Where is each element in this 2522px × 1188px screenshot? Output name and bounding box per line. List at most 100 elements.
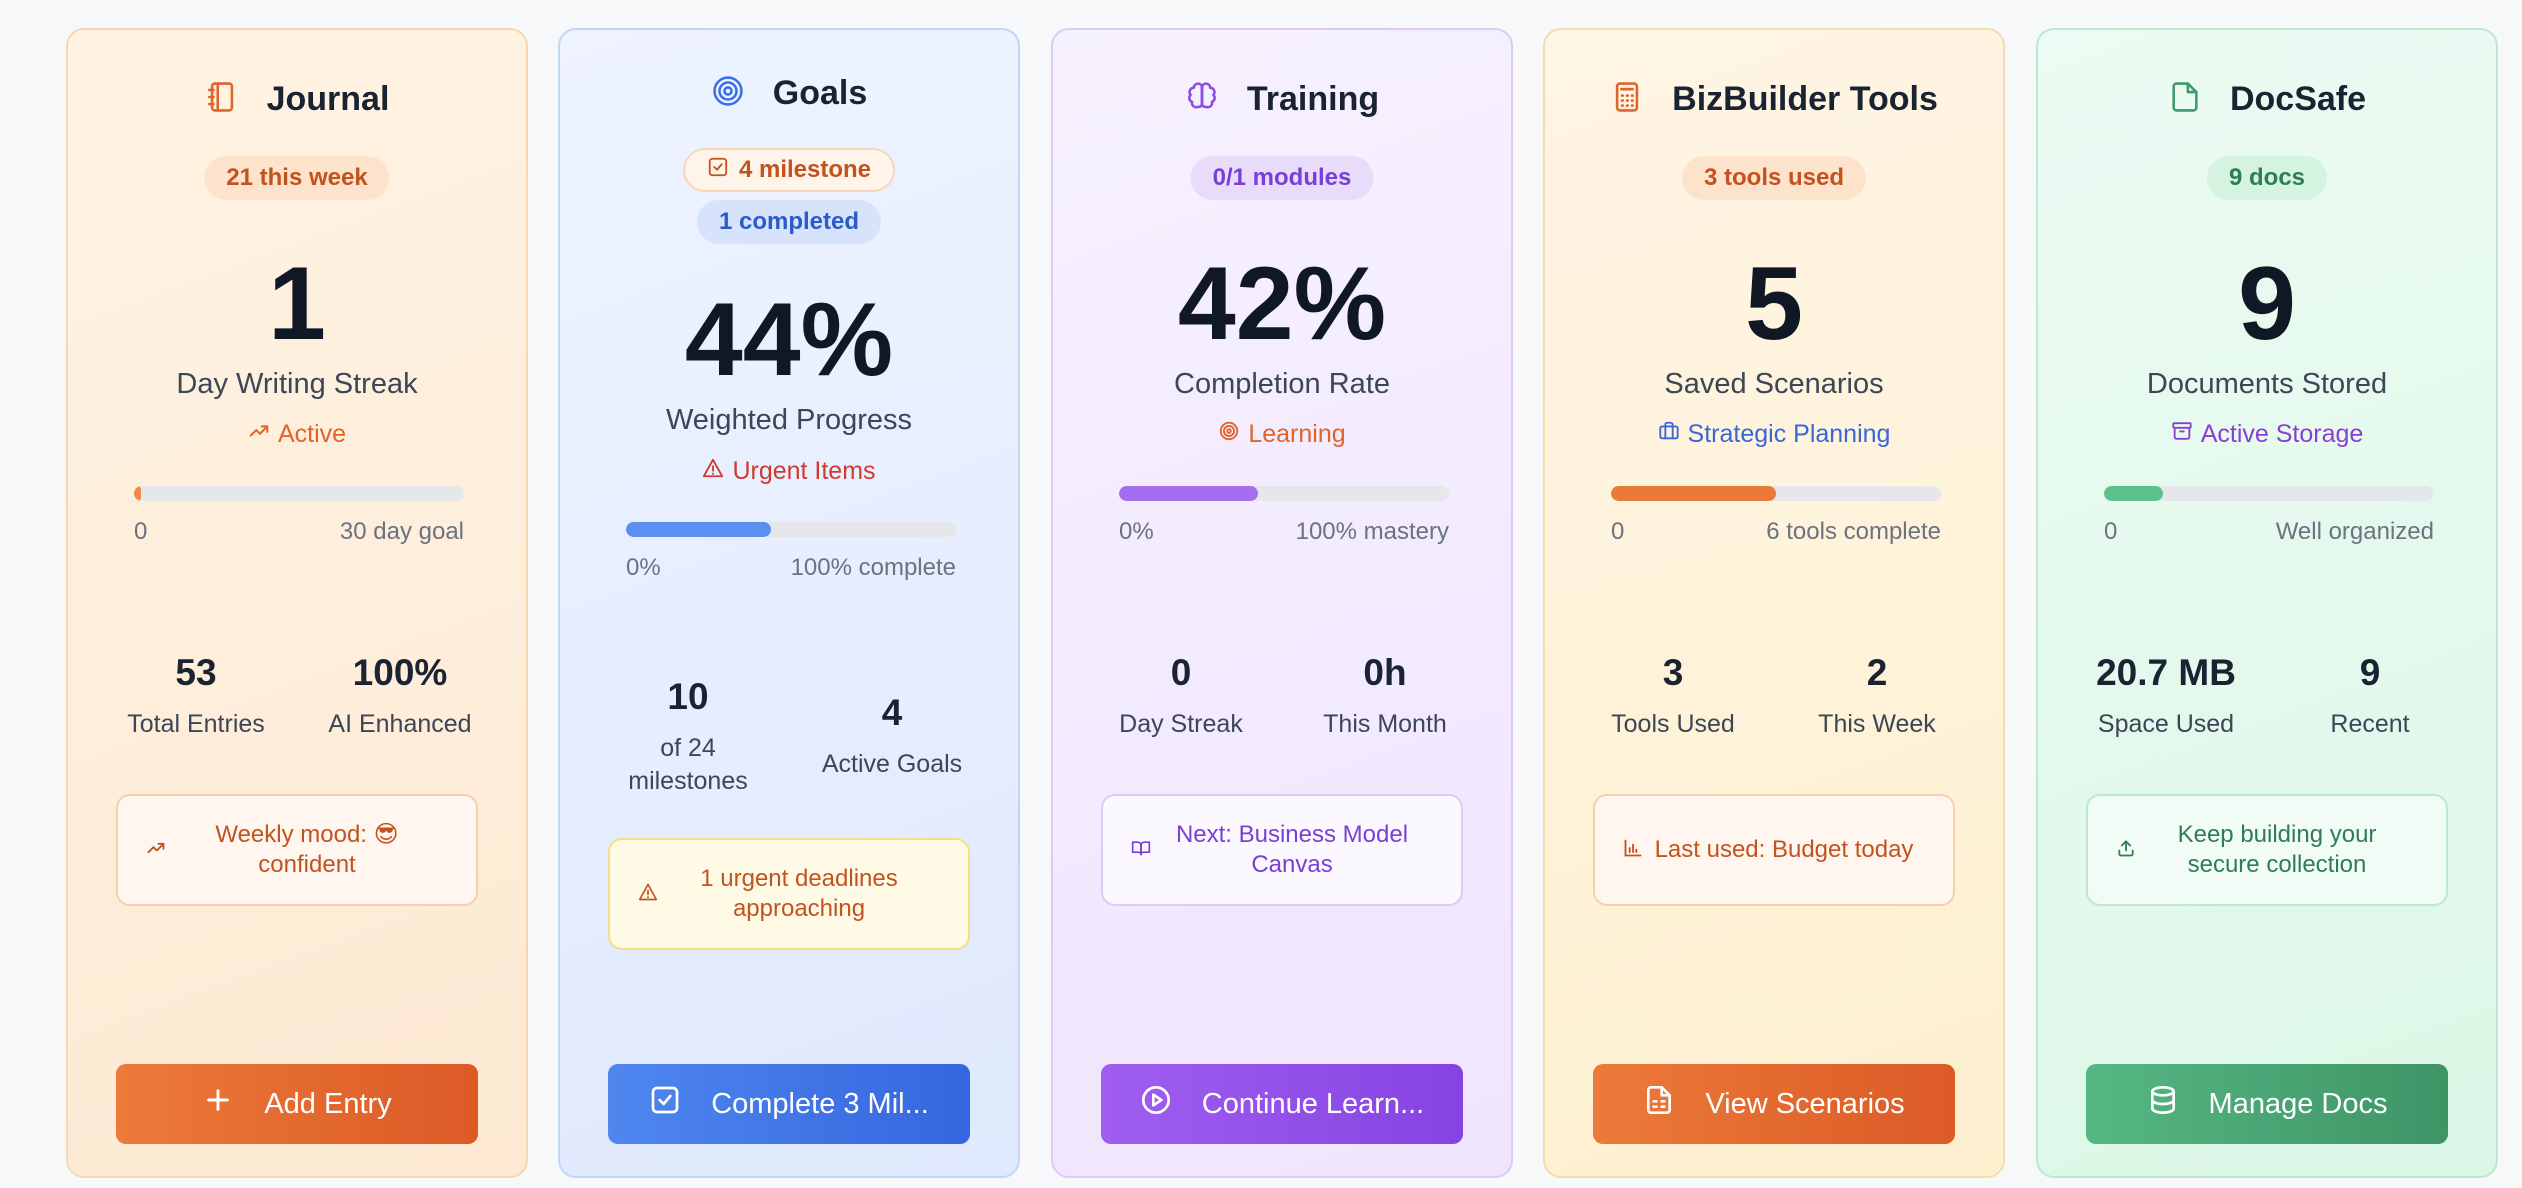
goals-urgent-text: 1 urgent deadlines approaching	[700, 865, 898, 922]
stat-label: AI Enhanced	[328, 710, 472, 738]
training-progress-labels: 0% 100% mastery	[1119, 518, 1449, 546]
stat-value: 100%	[352, 652, 448, 693]
goals-progress-fill	[626, 522, 772, 537]
journal-status-text: Active	[277, 420, 347, 448]
upload-icon	[2116, 838, 2136, 863]
target-icon	[1218, 420, 1240, 449]
view-scenarios-button[interactable]: View Scenarios	[1593, 1064, 1955, 1144]
stat-value: 0h	[1363, 652, 1407, 693]
play-circle-icon	[1140, 1084, 1172, 1124]
stat-label: This Week	[1818, 710, 1936, 738]
goals-completed-badge: 1 completed	[696, 200, 882, 244]
journal-progress-min: 0	[134, 518, 148, 545]
training-progress-bar	[1119, 486, 1449, 501]
database-icon	[2147, 1084, 2179, 1124]
journal-mood-note: Weekly mood: 😎 confident	[116, 794, 478, 906]
brain-icon	[1185, 80, 1219, 119]
goals-stat-milestones: 10 of 24 milestones	[588, 676, 788, 797]
journal-progress-goal: 30 day goal	[339, 518, 464, 545]
goals-status: Urgent Items	[560, 457, 1018, 486]
goals-progress-value: 44%	[684, 282, 894, 398]
bizbuilder-title: BizBuilder Tools	[1672, 80, 1938, 118]
docsafe-card: DocSafe 9 docs 9 Documents Stored Active…	[2036, 28, 2498, 1178]
bizbuilder-stat-tools: 3 Tools Used	[1573, 652, 1773, 741]
goals-progress-max: 100% complete	[790, 554, 956, 581]
stat-value: 20.7 MB	[2096, 652, 2236, 693]
goals-progress-labels: 0% 100% complete	[626, 554, 956, 582]
add-entry-button[interactable]: Add Entry	[116, 1064, 478, 1144]
docsafe-progress-fill	[2104, 486, 2164, 501]
goals-milestone-badge: 4 milestone	[682, 148, 896, 192]
docsafe-stat-recent: 9 Recent	[2270, 652, 2470, 741]
training-completion-value: 42%	[1177, 246, 1387, 362]
warning-icon	[638, 882, 658, 907]
bar-chart-icon	[1623, 838, 1643, 863]
continue-learning-label: Continue Learn...	[1201, 1087, 1425, 1120]
file-icon	[2168, 80, 2202, 119]
journal-progress-bar	[134, 486, 464, 501]
bizbuilder-last-used-text: Last used: Budget today	[1654, 836, 1914, 863]
goals-title: Goals	[772, 74, 868, 112]
journal-stat-ai: 100% AI Enhanced	[300, 652, 500, 741]
goals-header: Goals	[560, 74, 1018, 113]
continue-learning-button[interactable]: Continue Learn...	[1101, 1064, 1463, 1144]
manage-docs-label: Manage Docs	[2208, 1087, 2388, 1120]
stat-label: Total Entries	[127, 710, 265, 738]
journal-weekly-badge: 21 this week	[204, 156, 390, 200]
stat-label: of 24 milestones	[628, 734, 748, 795]
bizbuilder-status-text: Strategic Planning	[1687, 420, 1891, 448]
stat-value: 2	[1866, 652, 1888, 693]
bizbuilder-progress-max: 6 tools complete	[1766, 518, 1941, 545]
journal-mood-text: Weekly mood: 😎 confident	[215, 821, 399, 878]
training-status-text: Learning	[1248, 420, 1346, 448]
stat-value: 53	[175, 652, 217, 693]
stat-value: 3	[1662, 652, 1684, 693]
docsafe-status: Active Storage	[2038, 420, 2496, 449]
docsafe-encourage-text: Keep building your secure collection	[2177, 821, 2377, 878]
bizbuilder-metric-label: Saved Scenarios	[1664, 368, 1884, 400]
docsafe-progress-max: Well organized	[2275, 518, 2434, 545]
journal-metric-label: Day Writing Streak	[176, 368, 418, 400]
journal-card: Journal 21 this week 1 Day Writing Strea…	[66, 28, 528, 1178]
bizbuilder-scenarios-value: 5	[1745, 246, 1803, 362]
warning-icon	[702, 457, 724, 486]
archive-icon	[2171, 420, 2193, 449]
training-progress-max: 100% mastery	[1295, 518, 1449, 545]
training-modules-badge: 0/1 modules	[1190, 156, 1374, 200]
goals-status-text: Urgent Items	[732, 457, 876, 485]
training-title: Training	[1246, 80, 1380, 118]
calculator-icon	[1610, 80, 1644, 119]
goals-stat-active: 4 Active Goals	[792, 692, 992, 781]
training-card: Training 0/1 modules 42% Completion Rate…	[1051, 28, 1513, 1178]
notebook-icon	[205, 80, 239, 119]
goals-card: Goals 4 milestone 1 completed 44% Weight…	[558, 28, 1020, 1178]
training-next-note[interactable]: Next: Business Model Canvas	[1101, 794, 1463, 906]
stat-value: 10	[667, 676, 709, 717]
training-header: Training	[1053, 80, 1511, 119]
docsafe-encourage-note: Keep building your secure collection	[2086, 794, 2448, 906]
training-next-text: Next: Business Model Canvas	[1175, 821, 1409, 878]
stat-label: Recent	[2330, 710, 2410, 738]
journal-status: Active	[68, 420, 526, 449]
stat-label: Tools Used	[1611, 710, 1735, 738]
bizbuilder-progress-fill	[1611, 486, 1776, 501]
bizbuilder-status: Strategic Planning	[1545, 420, 2003, 449]
bizbuilder-progress-labels: 0 6 tools complete	[1611, 518, 1941, 546]
training-progress-min: 0%	[1119, 518, 1154, 545]
manage-docs-button[interactable]: Manage Docs	[2086, 1064, 2448, 1144]
complete-milestones-button[interactable]: Complete 3 Mil...	[608, 1064, 970, 1144]
bizbuilder-last-used-note: Last used: Budget today	[1593, 794, 1955, 906]
plus-icon	[202, 1084, 234, 1124]
book-open-icon	[1131, 838, 1151, 863]
docsafe-stat-space: 20.7 MB Space Used	[2066, 652, 2266, 741]
docsafe-documents-value: 9	[2238, 246, 2296, 362]
training-progress-fill	[1119, 486, 1258, 501]
docsafe-progress-min: 0	[2104, 518, 2118, 545]
docsafe-docs-badge: 9 docs	[2206, 156, 2328, 200]
bizbuilder-header: BizBuilder Tools	[1545, 80, 2003, 119]
docsafe-progress-labels: 0 Well organized	[2104, 518, 2434, 546]
stat-label: Space Used	[2097, 710, 2235, 738]
complete-milestones-label: Complete 3 Mil...	[711, 1087, 929, 1120]
journal-streak-value: 1	[268, 246, 326, 362]
bizbuilder-tools-badge: 3 tools used	[1681, 156, 1867, 200]
